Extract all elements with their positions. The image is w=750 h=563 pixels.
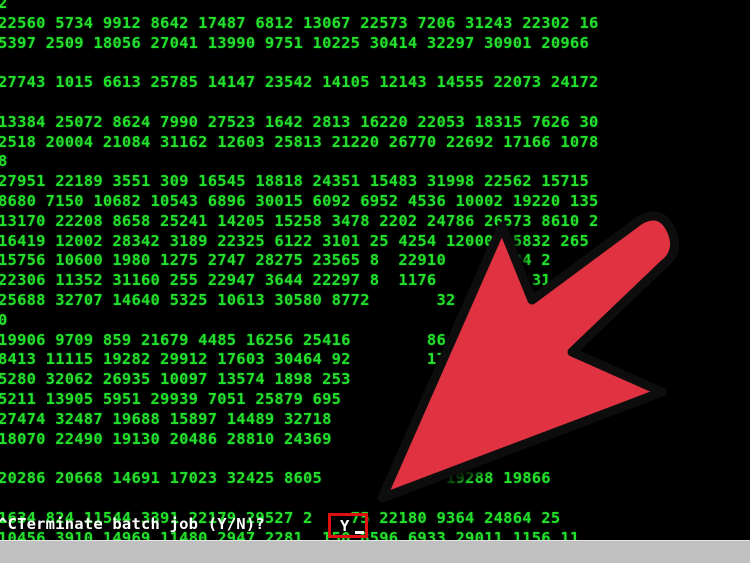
terminal-line: 8413 11115 19282 29912 17603 30464 92 17… [0, 350, 542, 369]
window-bottom-bar [0, 540, 750, 563]
terminal-line: 13384 25072 8624 7990 27523 1642 2813 16… [0, 112, 599, 131]
terminal-line: 27743 1015 6613 25785 14147 23542 14105 … [0, 73, 599, 92]
terminal-line: 19906 9709 859 21679 4485 16256 25416 86… [0, 330, 532, 349]
answer-input[interactable]: Y [340, 517, 349, 535]
terminal-window[interactable]: 2 22560 5734 9912 8642 17487 6812 13067 2… [0, 0, 750, 540]
terminal-line: 25688 32707 14640 5325 10613 30580 8772 … [0, 291, 551, 309]
terminal-line: 5280 32062 26935 10097 13574 1898 253 16… [0, 370, 551, 389]
terminal-line: 16419 12002 28342 3189 22325 6122 3101 2… [0, 231, 589, 250]
terminal-line: 15756 10600 1980 1275 2747 28275 23565 8… [0, 251, 551, 270]
terminal-line: 0 [0, 310, 8, 329]
terminal-line: 22306 11352 31160 255 22947 3644 22297 8… [0, 271, 551, 290]
terminal-line: 5397 2509 18056 27041 13990 9751 10225 3… [0, 33, 589, 52]
terminal-line: 2 [0, 0, 8, 12]
terminal-line: 18070 22490 19130 20486 28810 24369 84 2… [0, 429, 523, 448]
terminal-line: 20286 20668 14691 17023 32425 8605 812 1… [0, 469, 551, 488]
terminal-line: 13170 22208 8658 25241 14205 15258 3478 … [0, 211, 599, 230]
red-highlight-box: Y [328, 513, 368, 538]
terminal-line: 27951 22189 3551 309 16545 18818 24351 1… [0, 172, 589, 191]
terminal-line: 22560 5734 9912 8642 17487 6812 13067 22… [0, 13, 599, 32]
terminate-batch-prompt: ^CTerminate batch job (Y/N)? [0, 515, 265, 533]
terminal-line: 8 [0, 152, 8, 171]
terminal-line: 8680 7150 10682 10543 6896 30015 6092 69… [0, 192, 599, 210]
terminal-line: 2518 20004 21084 31162 12603 25813 21220… [0, 132, 599, 151]
terminal-line: 27474 32487 19688 15897 14489 32718 4387 [0, 409, 504, 428]
text-cursor [355, 531, 364, 534]
terminal-line: 5211 13905 5951 29939 7051 25879 695 807… [0, 390, 551, 408]
